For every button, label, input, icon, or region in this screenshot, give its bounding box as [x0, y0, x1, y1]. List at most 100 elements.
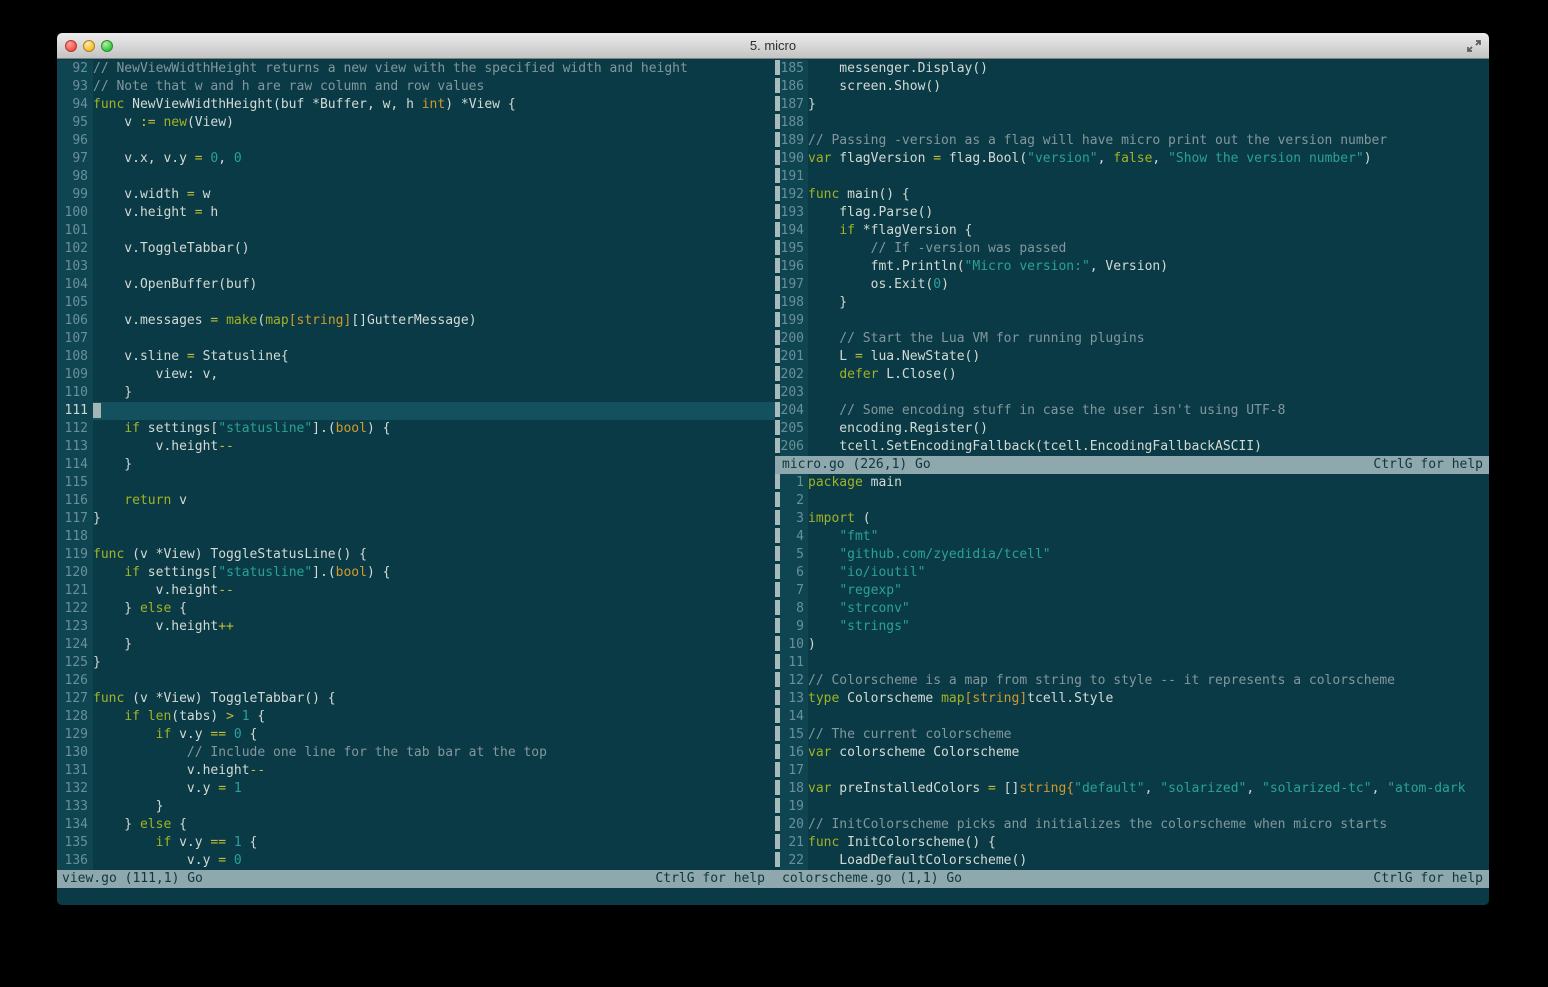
line-number: 127 [57, 690, 93, 708]
code-line[interactable]: 200 // Start the Lua VM for running plug… [775, 330, 1489, 348]
code-line[interactable]: 115 [57, 474, 775, 492]
code-line[interactable]: 121 v.height-- [57, 582, 775, 600]
code-line[interactable]: 126 [57, 672, 775, 690]
code-line[interactable]: 2 [775, 492, 1489, 510]
code-line[interactable]: 99 v.width = w [57, 186, 775, 204]
code-line[interactable]: 100 v.height = h [57, 204, 775, 222]
code-line[interactable]: 188 [775, 114, 1489, 132]
code-line[interactable]: 135 if v.y == 1 { [57, 834, 775, 852]
code-text: // If -version was passed [808, 241, 1067, 256]
code-line[interactable]: 202 defer L.Close() [775, 366, 1489, 384]
code-line[interactable]: 13 type Colorscheme map[string]tcell.Styl… [775, 690, 1489, 708]
code-line[interactable]: 195 // If -version was passed [775, 240, 1489, 258]
code-line[interactable]: 130 // Include one line for the tab bar … [57, 744, 775, 762]
code-line[interactable]: 104 v.OpenBuffer(buf) [57, 276, 775, 294]
line-number: 22 [780, 852, 808, 870]
code-line[interactable]: 127 func (v *View) ToggleTabbar() { [57, 690, 775, 708]
code-line[interactable]: 185 messenger.Display() [775, 60, 1489, 78]
code-line[interactable]: 9 "strings" [775, 618, 1489, 636]
line-number: 185 [780, 60, 808, 78]
pane-colorscheme-go[interactable]: 1 package main 2 3 import (4 "fmt" 5 "github.… [775, 474, 1489, 870]
code-line[interactable]: 92// NewViewWidthHeight returns a new vi… [57, 60, 775, 78]
code-line[interactable]: 103 [57, 258, 775, 276]
code-line[interactable]: 119 func (v *View) ToggleStatusLine() { [57, 546, 775, 564]
code-line[interactable]: 189// Passing -version as a flag will ha… [775, 132, 1489, 150]
code-line[interactable]: 191 [775, 168, 1489, 186]
code-line[interactable]: 186 screen.Show() [775, 78, 1489, 96]
code-line[interactable]: 10) [775, 636, 1489, 654]
code-line[interactable]: 1 package main [775, 474, 1489, 492]
code-line[interactable]: 106 v.messages = make(map[string][]Gutte… [57, 312, 775, 330]
code-line[interactable]: 125} [57, 654, 775, 672]
code-line[interactable]: 5 "github.com/zyedidia/tcell" [775, 546, 1489, 564]
code-line[interactable]: 203 [775, 384, 1489, 402]
code-line[interactable]: 129 if v.y == 0 { [57, 726, 775, 744]
code-line[interactable]: 109 view: v, [57, 366, 775, 384]
code-line[interactable]: 112 if settings["statusline"].(bool) { [57, 420, 775, 438]
code-line[interactable]: 94 func NewViewWidthHeight(buf *Buffer, w… [57, 96, 775, 114]
code-line[interactable]: 193 flag.Parse() [775, 204, 1489, 222]
code-line[interactable]: 194 if *flagVersion { [775, 222, 1489, 240]
code-line[interactable]: 107 [57, 330, 775, 348]
code-line[interactable]: 102 v.ToggleTabbar() [57, 240, 775, 258]
code-line[interactable]: 97 v.x, v.y = 0, 0 [57, 150, 775, 168]
code-line[interactable]: 204 // Some encoding stuff in case the u… [775, 402, 1489, 420]
code-line[interactable]: 131 v.height-- [57, 762, 775, 780]
code-line[interactable]: 124 } [57, 636, 775, 654]
code-line[interactable]: 198 } [775, 294, 1489, 312]
titlebar[interactable]: 5. micro [57, 33, 1489, 59]
code-line[interactable]: 187} [775, 96, 1489, 114]
code-line[interactable]: 114 } [57, 456, 775, 474]
code-line[interactable]: 192 func main() { [775, 186, 1489, 204]
code-line[interactable]: 96 [57, 132, 775, 150]
code-line[interactable]: 11 [775, 654, 1489, 672]
code-line[interactable]: 133 } [57, 798, 775, 816]
code-line[interactable]: 206 tcell.SetEncodingFallback(tcell.Enco… [775, 438, 1489, 456]
code-line[interactable]: 197 os.Exit(0) [775, 276, 1489, 294]
code-line[interactable]: 21 func InitColorscheme() { [775, 834, 1489, 852]
code-line[interactable]: 196 fmt.Println("Micro version:", Versio… [775, 258, 1489, 276]
code-line[interactable]: 8 "strconv" [775, 600, 1489, 618]
code-line[interactable]: 110 } [57, 384, 775, 402]
code-line[interactable]: 22 LoadDefaultColorscheme() [775, 852, 1489, 870]
command-line[interactable] [57, 888, 1489, 905]
code-line[interactable]: 134 } else { [57, 816, 775, 834]
code-line[interactable]: 19 [775, 798, 1489, 816]
code-line[interactable]: 120 if settings["statusline"].(bool) { [57, 564, 775, 582]
code-line[interactable]: 17 [775, 762, 1489, 780]
code-line[interactable]: 105 [57, 294, 775, 312]
code-line[interactable]: 122 } else { [57, 600, 775, 618]
code-line[interactable]: 116 return v [57, 492, 775, 510]
code-line[interactable]: 18 var preInstalledColors = []string{"def… [775, 780, 1489, 798]
code-line[interactable]: 93// Note that w and h are raw column an… [57, 78, 775, 96]
code-line[interactable]: 7 "regexp" [775, 582, 1489, 600]
code-line[interactable]: 136 v.y = 0 [57, 852, 775, 870]
code-line[interactable]: 3 import ( [775, 510, 1489, 528]
code-line[interactable]: 118 [57, 528, 775, 546]
code-line[interactable]: 12// Colorscheme is a map from string to… [775, 672, 1489, 690]
code-line[interactable]: 132 v.y = 1 [57, 780, 775, 798]
code-line[interactable]: 16 var colorscheme Colorscheme [775, 744, 1489, 762]
code-line[interactable]: 101 [57, 222, 775, 240]
code-line[interactable]: 98 [57, 168, 775, 186]
code-line[interactable]: 14 [775, 708, 1489, 726]
code-line[interactable]: 4 "fmt" [775, 528, 1489, 546]
code-line[interactable]: 113 v.height-- [57, 438, 775, 456]
code-line[interactable]: 205 encoding.Register() [775, 420, 1489, 438]
code-line[interactable]: 6 "io/ioutil" [775, 564, 1489, 582]
code-text: var preInstalledColors = []string{"defau… [808, 781, 1466, 796]
code-line[interactable]: 190 var flagVersion = flag.Bool("version"… [775, 150, 1489, 168]
pane-micro-go[interactable]: 185 messenger.Display() 186 screen.Show()… [775, 60, 1489, 456]
code-line[interactable]: 111 [57, 402, 775, 420]
code-line[interactable]: 128 if len(tabs) > 1 { [57, 708, 775, 726]
code-line[interactable]: 201 L = lua.NewState() [775, 348, 1489, 366]
code-line[interactable]: 15// The current colorscheme [775, 726, 1489, 744]
code-line[interactable]: 117} [57, 510, 775, 528]
pane-view-go[interactable]: 92// NewViewWidthHeight returns a new vi… [57, 60, 775, 870]
code-line[interactable]: 20// InitColorscheme picks and initializ… [775, 816, 1489, 834]
resize-icon[interactable] [1465, 37, 1483, 55]
code-line[interactable]: 199 [775, 312, 1489, 330]
code-line[interactable]: 123 v.height++ [57, 618, 775, 636]
code-line[interactable]: 95 v := new(View) [57, 114, 775, 132]
code-line[interactable]: 108 v.sline = Statusline{ [57, 348, 775, 366]
